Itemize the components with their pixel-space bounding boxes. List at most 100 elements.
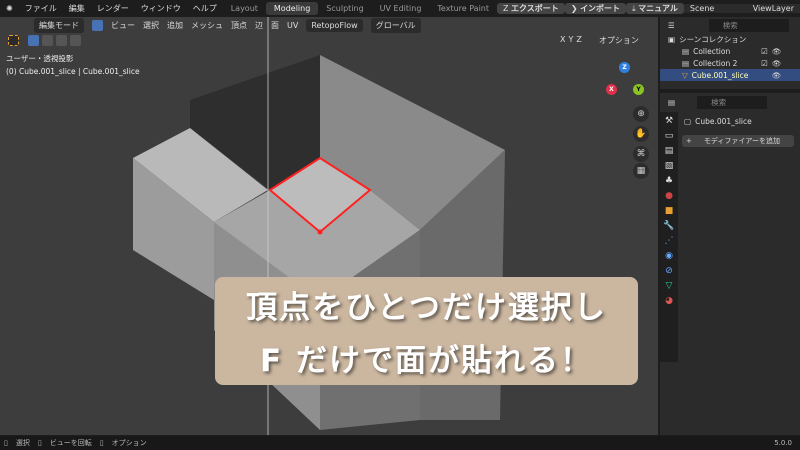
object-name: Cube.001_slice (695, 116, 752, 126)
tab-modeling[interactable]: Modeling (265, 1, 319, 15)
mode-selector[interactable]: 編集モード (34, 17, 84, 33)
gizmo-x[interactable]: X (606, 84, 617, 95)
mirror-y[interactable]: Y (568, 35, 573, 46)
object-info: (0) Cube.001_slice | Cube.001_slice (6, 67, 140, 76)
menu-window[interactable]: ウィンドウ (135, 3, 187, 14)
menu-face[interactable]: 面 (271, 20, 279, 31)
tab-uv-editing[interactable]: UV Editing (372, 2, 430, 15)
gizmo-z[interactable]: Z (619, 62, 630, 73)
menu-add[interactable]: 追加 (167, 20, 183, 31)
data-tab-icon[interactable]: ▽ (666, 281, 673, 291)
outliner-item-selected[interactable]: ▽ Cube.001_slice 👁 (660, 69, 800, 81)
object-name-row: ▢ Cube.001_slice (660, 115, 800, 127)
camera-icon[interactable]: ⌘ (633, 146, 649, 162)
version: 5.0.0 (774, 439, 792, 447)
tweak-tool-icon[interactable] (8, 35, 19, 46)
select-tools (8, 35, 81, 46)
item-label: Collection (693, 46, 731, 56)
checkbox-icon[interactable]: ☑ (761, 47, 768, 56)
properties-editor: ▤ 検索 ▢ Cube.001_slice + モディファイアーを追加 (660, 93, 800, 435)
collection-icon: ▤ (682, 58, 690, 68)
viewport-overlay-text: ユーザー・透視投影 (0) Cube.001_slice | Cube.001_… (6, 52, 140, 78)
export-label: エクスポート (511, 3, 559, 13)
render-tab-icon[interactable]: ▭ (665, 131, 674, 141)
orientation-selector[interactable]: グローバル (370, 17, 421, 33)
tool-tab-icon[interactable]: ⚒ (665, 116, 673, 126)
add-modifier-button[interactable]: + モディファイアーを追加 (682, 135, 794, 147)
mouse-left-icon: ▯ (4, 439, 8, 447)
menu-render[interactable]: レンダー (91, 3, 135, 14)
select-intersect-icon[interactable] (70, 35, 81, 46)
display-mode-icon[interactable]: ☰ (668, 21, 675, 30)
menu-edit[interactable]: 編集 (63, 3, 91, 14)
object-icon: ▢ (684, 116, 692, 126)
select-new-icon[interactable] (28, 35, 39, 46)
export-button[interactable]: Z エクスポート (497, 2, 565, 14)
gizmo-y[interactable]: Y (633, 84, 644, 95)
selected-vertex (317, 229, 323, 235)
eye-icon[interactable]: 👁 (772, 47, 782, 56)
blender-logo-icon[interactable]: ✺ (0, 4, 19, 13)
properties-header: ▤ 検索 (660, 93, 800, 111)
options-menu[interactable]: オプション (599, 35, 639, 46)
menu-vertex[interactable]: 頂点 (231, 20, 247, 31)
outliner-item[interactable]: ▤ Collection ☑ 👁 (660, 45, 800, 57)
menu-file[interactable]: ファイル (19, 3, 63, 14)
status-select: 選択 (15, 439, 30, 447)
menu-view[interactable]: ビュー (111, 20, 135, 31)
scene-collection[interactable]: ▣ シーンコレクション (660, 33, 800, 45)
scene-collection-label: シーンコレクション (679, 34, 747, 44)
tab-sculpting[interactable]: Sculpting (318, 2, 371, 15)
tab-texture-paint[interactable]: Texture Paint (429, 2, 497, 15)
add-modifier-label: モディファイアーを追加 (703, 137, 780, 145)
tab-layout[interactable]: Layout (223, 2, 266, 15)
grid-perspective-icon[interactable]: ▦ (633, 163, 649, 179)
menu-uv[interactable]: UV (287, 21, 298, 30)
select-subtract-icon[interactable] (56, 35, 67, 46)
menu-select[interactable]: 選択 (143, 20, 159, 31)
retopoflow-menu[interactable]: RetopoFlow (306, 18, 363, 32)
eye-icon[interactable]: 👁 (772, 71, 782, 80)
item-label: Collection 2 (693, 58, 738, 68)
zoom-icon[interactable]: ⊕ (633, 106, 649, 122)
select-extend-icon[interactable] (42, 35, 53, 46)
outliner: ☰ 検索 ▣ シーンコレクション ▤ Collection ☑ 👁 ▤ Collectio… (660, 17, 800, 89)
checkbox-icon[interactable]: ☑ (761, 59, 768, 68)
caption-line-1: 頂点をひとつだけ選択し (246, 290, 607, 326)
caption-box: 頂点をひとつだけ選択し F だけで面が貼れる！ (215, 277, 638, 385)
properties-search[interactable]: 検索 (697, 95, 768, 109)
pan-hand-icon[interactable]: ✋ (633, 126, 649, 142)
scene-tab-icon[interactable]: ♣ (665, 176, 673, 186)
menu-mesh[interactable]: メッシュ (191, 20, 223, 31)
world-tab-icon[interactable]: ● (665, 191, 673, 201)
eye-icon[interactable]: 👁 (772, 59, 782, 68)
vertex-select-icon[interactable] (92, 19, 103, 31)
viewport-header: 編集モード ビュー 選択 追加 メッシュ 頂点 辺 面 UV RetopoFlo… (4, 17, 658, 33)
outliner-item[interactable]: ▤ Collection 2 ☑ 👁 (660, 57, 800, 69)
manual-label: マニュアル (638, 3, 678, 13)
constraints-tab-icon[interactable]: ⊘ (665, 266, 673, 276)
object-tab-icon[interactable]: ■ (665, 206, 674, 216)
view-layer-selector[interactable]: ViewLayer (746, 3, 800, 13)
editor-type-icon[interactable]: ▤ (668, 98, 675, 107)
caption-line-2: F だけで面が貼れる！ (260, 343, 593, 379)
scene-selector[interactable]: Scene (683, 3, 747, 13)
view-name: ユーザー・透視投影 (6, 54, 74, 63)
menu-edge[interactable]: 辺 (255, 20, 263, 31)
mirror-z[interactable]: Z (576, 35, 581, 46)
physics-tab-icon[interactable]: ◉ (665, 251, 673, 261)
import-button[interactable]: ❯ インポート (564, 2, 627, 14)
material-tab-icon[interactable]: ◕ (665, 296, 673, 306)
collection-icon: ▤ (682, 46, 690, 56)
status-bar: ▯ 選択 ▯ ビューを回転 ▯ オプション 5.0.0 (0, 436, 800, 450)
properties-tabs: ⚒ ▭ ▤ ▧ ♣ ● ■ 🔧 ⋰ ◉ ⊘ ▽ ◕ (660, 112, 678, 362)
mirror-x[interactable]: X (560, 35, 565, 46)
modifier-wrench-icon[interactable]: 🔧 (663, 221, 674, 231)
item-label: Cube.001_slice (691, 70, 749, 80)
menu-help[interactable]: ヘルプ (187, 3, 223, 14)
view-layer-tab-icon[interactable]: ▧ (665, 161, 674, 171)
output-tab-icon[interactable]: ▤ (665, 146, 674, 156)
manual-button[interactable]: ⤓ マニュアル (626, 2, 684, 14)
particles-tab-icon[interactable]: ⋰ (665, 236, 674, 246)
outliner-search[interactable]: 検索 (708, 18, 789, 32)
